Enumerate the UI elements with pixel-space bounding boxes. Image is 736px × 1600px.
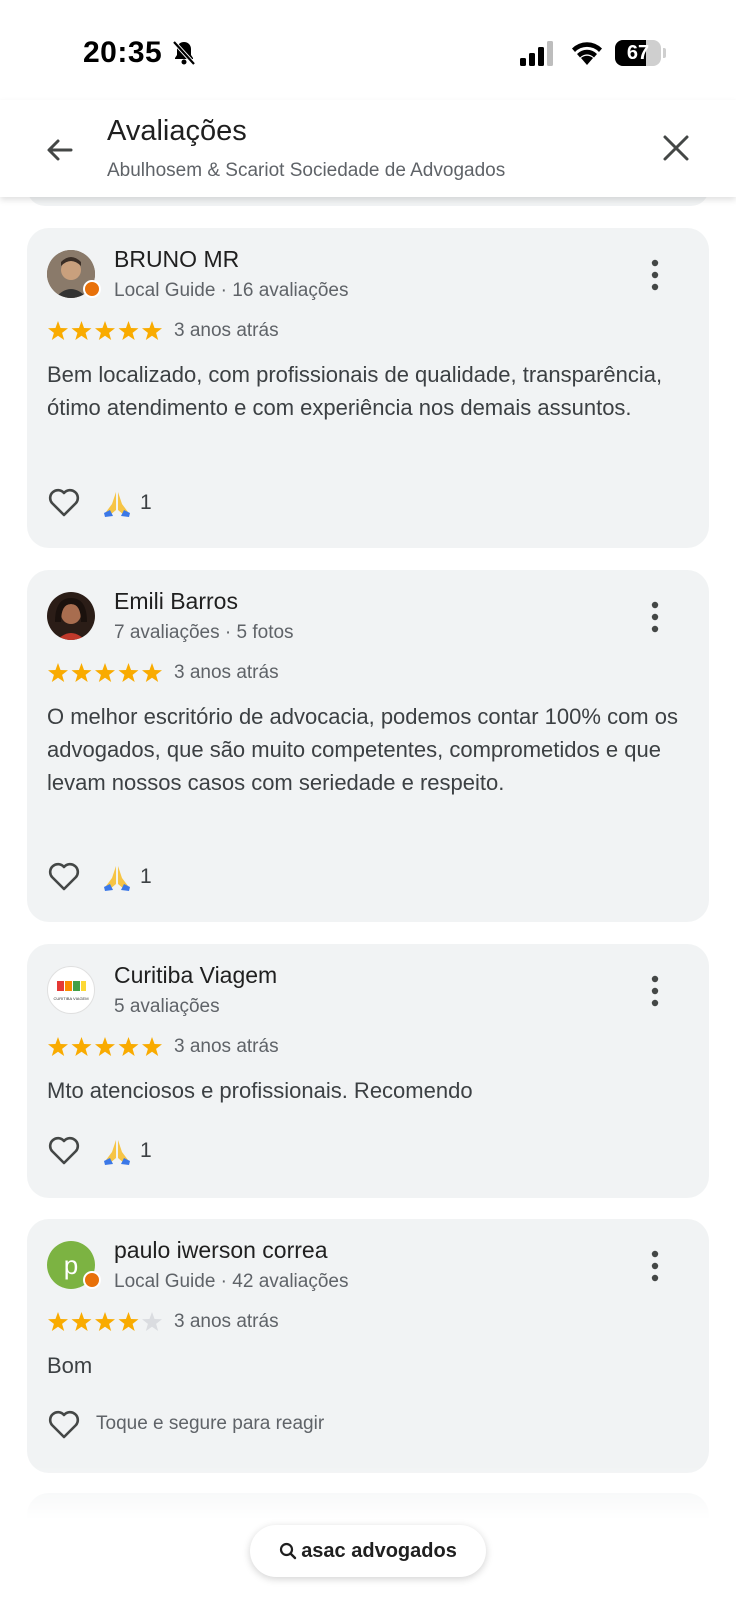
- reviewer-name[interactable]: paulo iwerson correa: [114, 1237, 328, 1264]
- star-filled-icon: [71, 1037, 92, 1056]
- avatar-letter: p: [63, 1250, 79, 1280]
- review-date: 3 anos atrás: [174, 1311, 279, 1332]
- review-card: Emili Barros 7 avaliações · 5 fotos 3 an…: [27, 570, 709, 922]
- status-time: 20:35: [83, 36, 163, 69]
- reviewer-meta: 5 avaliações: [114, 996, 220, 1017]
- review-text: Bem localizado, com profissionais de qua…: [47, 362, 663, 420]
- heart-icon[interactable]: [47, 1134, 81, 1166]
- reviewer-meta: 7 avaliações · 5 fotos: [114, 622, 294, 643]
- avatar[interactable]: CURITIBA VIAGEM: [47, 966, 95, 1014]
- praying-hands-icon[interactable]: [102, 488, 132, 518]
- more-options-icon[interactable]: [645, 1249, 665, 1283]
- heart-icon[interactable]: [47, 860, 81, 892]
- star-filled-icon: [95, 321, 115, 340]
- reviewer-name[interactable]: BRUNO MR: [114, 246, 239, 273]
- reviewer-name[interactable]: Emili Barros: [114, 588, 238, 615]
- star-filled-icon: [71, 663, 92, 682]
- react-hint: Toque e segure para reagir: [96, 1413, 325, 1434]
- review-card: p paulo iwerson correa Local Guide · 42 …: [27, 1219, 709, 1473]
- star-filled-icon: [48, 1312, 68, 1331]
- review-card: CURITIBA VIAGEM Curitiba Viagem 5 avalia…: [27, 944, 709, 1198]
- reviewer-name[interactable]: Curitiba Viagem: [114, 962, 277, 989]
- wifi-icon: [572, 42, 602, 65]
- star-rating: [48, 1312, 162, 1331]
- star-filled-icon: [142, 663, 162, 682]
- heart-icon[interactable]: [47, 486, 81, 518]
- more-options-icon[interactable]: [645, 258, 665, 292]
- reviewer-meta: Local Guide · 16 avaliações: [114, 280, 349, 301]
- review-date: 3 anos atrás: [174, 662, 279, 683]
- star-filled-icon: [71, 1312, 92, 1331]
- star-filled-icon: [48, 1037, 68, 1056]
- star-filled-icon: [118, 321, 139, 340]
- close-icon[interactable]: [656, 128, 696, 168]
- search-label: asac advogados: [301, 1540, 457, 1562]
- bell-off-icon: [172, 40, 196, 66]
- heart-icon[interactable]: [47, 1408, 81, 1440]
- local-guide-badge-icon: [83, 280, 101, 298]
- star-filled-icon: [95, 1037, 115, 1056]
- status-bar: 20:35 67: [0, 0, 736, 100]
- review-text: O melhor escritório de advocacia, podemo…: [47, 704, 678, 795]
- star-filled-icon: [142, 321, 162, 340]
- review-card: BRUNO MR Local Guide · 16 avaliações 3 a…: [27, 228, 709, 548]
- star-filled-icon: [118, 1312, 139, 1331]
- review-date: 3 anos atrás: [174, 1036, 279, 1057]
- praying-hands-icon[interactable]: [102, 1136, 132, 1166]
- avatar[interactable]: [47, 592, 95, 640]
- back-arrow-icon[interactable]: [40, 130, 80, 170]
- business-name: Abulhosem & Scariot Sociedade de Advogad…: [107, 160, 506, 181]
- star-filled-icon: [71, 321, 92, 340]
- reviewer-meta: Local Guide · 42 avaliações: [114, 1271, 349, 1292]
- star-filled-icon: [95, 1312, 115, 1331]
- battery-indicator: 67: [615, 40, 666, 66]
- reaction-count: 1: [140, 1139, 152, 1162]
- star-rating: [48, 1037, 162, 1056]
- search-button[interactable]: asac advogados: [250, 1525, 486, 1577]
- reaction-count: 1: [140, 491, 152, 514]
- star-filled-icon: [95, 663, 115, 682]
- review-text: Mto atenciosos e profissionais. Recomend…: [47, 1078, 473, 1103]
- avatar-caption: CURITIBA VIAGEM: [53, 996, 89, 1001]
- star-filled-icon: [48, 321, 68, 340]
- search-icon: [280, 1542, 297, 1560]
- review-text: Bom: [47, 1353, 93, 1378]
- star-rating: [48, 663, 162, 682]
- star-filled-icon: [142, 1037, 162, 1056]
- reaction-count: 1: [140, 865, 152, 888]
- local-guide-badge-icon: [83, 1271, 101, 1289]
- more-options-icon[interactable]: [645, 974, 665, 1008]
- praying-hands-icon[interactable]: [102, 862, 132, 892]
- battery-percentage: 67: [626, 42, 650, 64]
- star-empty-icon: [142, 1312, 162, 1331]
- star-filled-icon: [118, 663, 139, 682]
- more-options-icon[interactable]: [645, 600, 665, 634]
- cellular-signal-icon: [520, 41, 553, 66]
- page-title: Avaliações: [107, 115, 247, 147]
- star-rating: [48, 321, 162, 340]
- star-filled-icon: [48, 663, 68, 682]
- star-filled-icon: [118, 1037, 139, 1056]
- review-date: 3 anos atrás: [174, 320, 279, 341]
